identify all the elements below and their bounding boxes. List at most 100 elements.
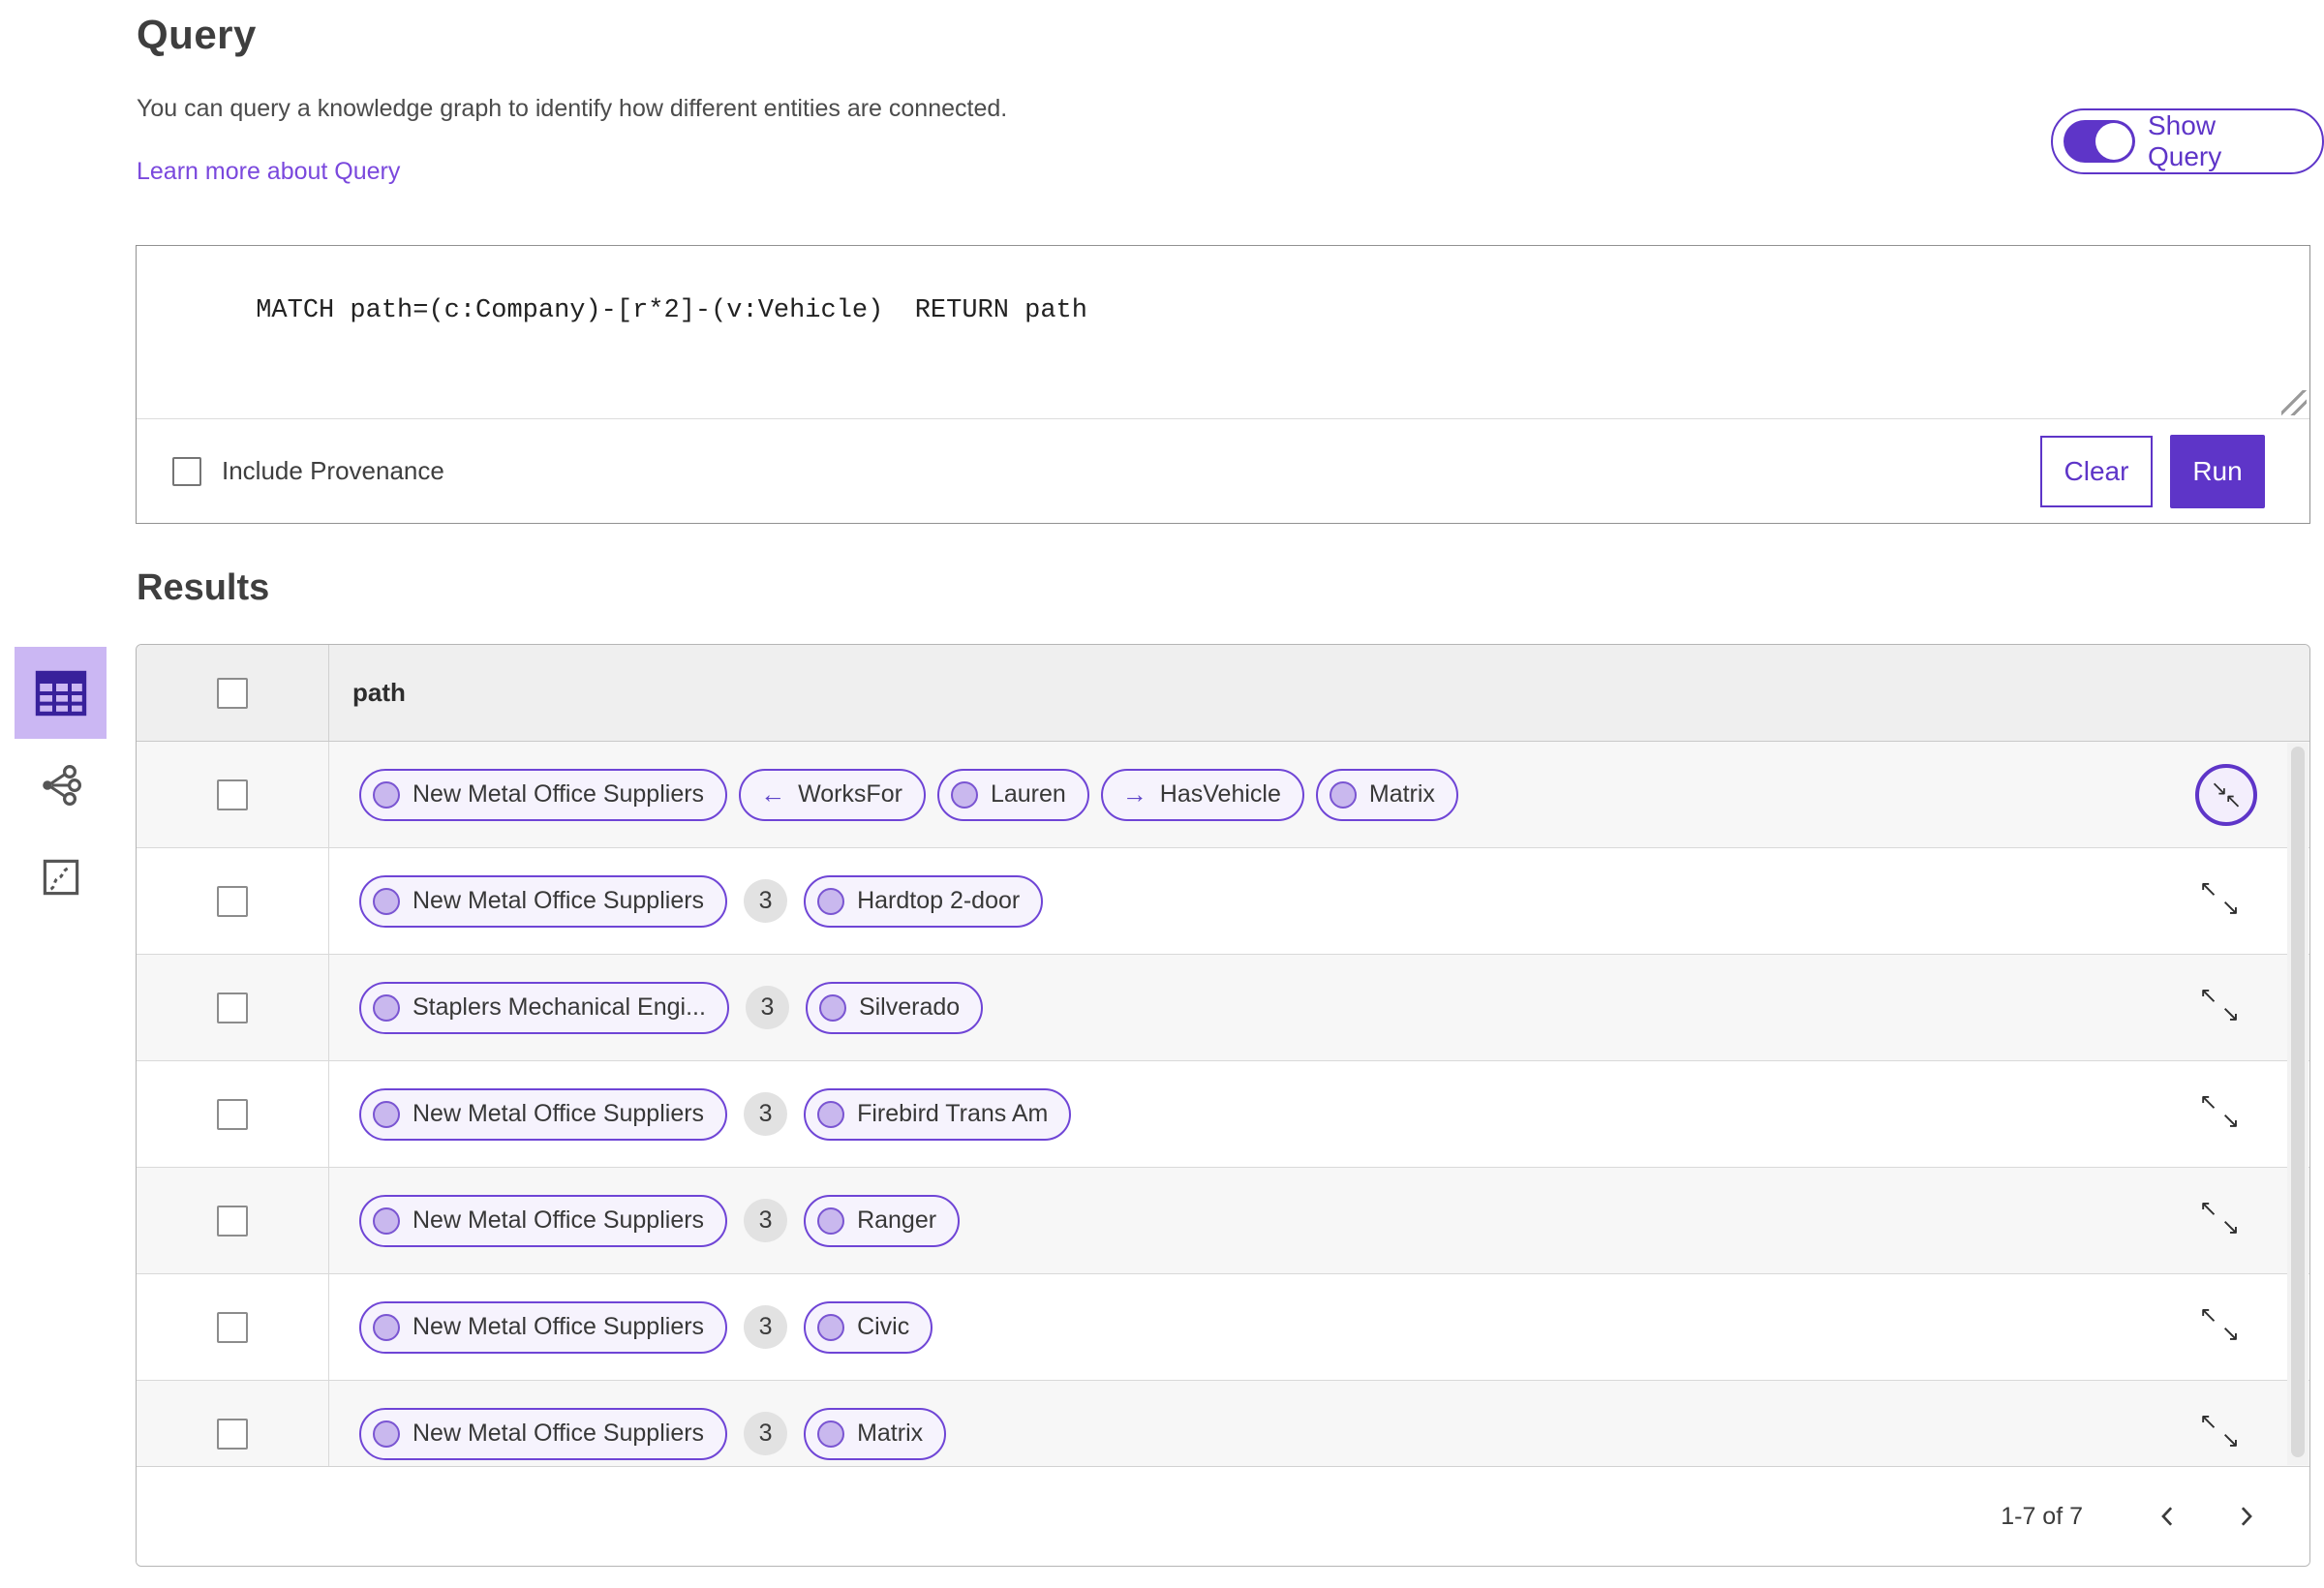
previous-page-button[interactable] — [2147, 1495, 2189, 1538]
node-pill[interactable]: Matrix — [1315, 768, 1458, 821]
node-label: New Metal Office Suppliers — [413, 1206, 705, 1234]
node-label: Matrix — [1368, 780, 1435, 808]
node-pill[interactable]: Ranger — [804, 1194, 961, 1247]
row-checkbox[interactable] — [217, 885, 248, 917]
node-pill[interactable]: New Metal Office Suppliers — [359, 1300, 728, 1354]
row-checkbox[interactable] — [217, 779, 248, 810]
vertical-scrollbar[interactable] — [2287, 743, 2309, 1465]
node-pill[interactable]: Civic — [804, 1300, 933, 1354]
node-circle-icon — [817, 887, 845, 915]
table-footer: 1-7 of 7 — [137, 1466, 2309, 1566]
arrow-outward-icon: ↖ — [2199, 1195, 2218, 1221]
show-query-toggle[interactable]: Show Query — [2051, 108, 2324, 174]
hidden-hops-badge[interactable]: 3 — [744, 1092, 788, 1136]
query-editor-panel: MATCH path=(c:Company)-[r*2]-(v:Vehicle)… — [136, 245, 2310, 524]
include-provenance-checkbox[interactable] — [172, 456, 201, 486]
expand-row-icon[interactable]: ↖ ↘ — [2199, 1303, 2240, 1344]
node-pill[interactable]: New Metal Office Suppliers — [359, 874, 728, 928]
node-pill[interactable]: Staplers Mechanical Engi... — [359, 981, 729, 1034]
row-checkbox[interactable] — [217, 1205, 248, 1237]
query-editor-footer: Include Provenance Clear Run — [137, 418, 2309, 523]
row-checkbox[interactable] — [217, 1098, 248, 1130]
table-body: New Metal Office Suppliers ← WorksFor La… — [137, 742, 2309, 1566]
learn-more-link[interactable]: Learn more about Query — [137, 158, 400, 186]
row-checkbox-cell — [137, 1168, 329, 1273]
expand-row-icon[interactable]: ↖ ↘ — [2199, 1197, 2240, 1237]
clear-button[interactable]: Clear — [2040, 435, 2153, 507]
expand-row-icon[interactable]: ↖ ↘ — [2199, 1090, 2240, 1131]
node-label: New Metal Office Suppliers — [413, 1100, 705, 1127]
node-pill[interactable]: New Metal Office Suppliers — [359, 1087, 728, 1141]
include-provenance-option[interactable]: Include Provenance — [172, 456, 444, 486]
arrow-outward-icon: ↘ — [2220, 1213, 2240, 1239]
node-circle-icon — [817, 1420, 845, 1448]
hidden-hops-badge[interactable]: 3 — [744, 1199, 788, 1242]
tab-map-view[interactable] — [15, 831, 107, 923]
expand-row-icon[interactable]: ↖ ↘ — [2199, 1410, 2240, 1451]
toggle-switch-icon[interactable] — [2064, 120, 2135, 163]
row-checkbox-cell — [137, 955, 329, 1060]
row-checkbox-cell — [137, 742, 329, 847]
arrow-outward-icon: ↖ — [2199, 1301, 2218, 1328]
scrollbar-thumb[interactable] — [2291, 747, 2305, 1457]
query-buttons: Clear Run — [2040, 434, 2265, 508]
node-pill[interactable]: Firebird Trans Am — [804, 1087, 1072, 1141]
edge-label: HasVehicle — [1159, 780, 1281, 808]
node-circle-icon — [373, 1313, 400, 1341]
node-label: New Metal Office Suppliers — [413, 887, 705, 914]
path-cell: New Metal Office Suppliers 3 Civic — [329, 1274, 2309, 1380]
arrow-left-icon: ← — [760, 779, 786, 809]
arrow-outward-icon: ↘ — [2220, 1426, 2240, 1452]
node-label: Lauren — [990, 780, 1066, 808]
toggle-knob — [2095, 123, 2132, 160]
hidden-hops-badge[interactable]: 3 — [744, 1305, 788, 1349]
collapse-row-icon[interactable]: ↘ ↖ — [2195, 763, 2257, 826]
edge-pill[interactable]: → HasVehicle — [1100, 768, 1304, 821]
header-checkbox-cell — [137, 645, 329, 741]
node-pill[interactable]: Silverado — [805, 981, 984, 1034]
page-description: You can query a knowledge graph to ident… — [137, 95, 1008, 122]
show-query-label: Show Query — [2148, 110, 2222, 171]
node-circle-icon — [817, 1100, 845, 1128]
node-circle-icon — [373, 1100, 400, 1128]
arrow-outward-icon: ↖ — [2199, 982, 2218, 1008]
node-pill[interactable]: Hardtop 2-door — [804, 874, 1044, 928]
node-pill[interactable]: New Metal Office Suppliers — [359, 1407, 728, 1460]
node-pill[interactable]: New Metal Office Suppliers — [359, 768, 728, 821]
results-heading: Results — [137, 567, 270, 608]
node-circle-icon — [818, 993, 846, 1022]
tab-table-view[interactable] — [15, 647, 107, 739]
run-button[interactable]: Run — [2170, 434, 2265, 508]
node-circle-icon — [1329, 780, 1357, 809]
expand-row-icon[interactable]: ↖ ↘ — [2199, 984, 2240, 1024]
row-checkbox[interactable] — [217, 1418, 248, 1450]
arrow-outward-icon: ↘ — [2220, 894, 2240, 920]
path-cell: New Metal Office Suppliers 3 Hardtop 2-d… — [329, 848, 2309, 954]
hidden-hops-badge[interactable]: 3 — [744, 1412, 788, 1455]
hidden-hops-badge[interactable]: 3 — [744, 879, 788, 923]
node-pill[interactable]: New Metal Office Suppliers — [359, 1194, 728, 1247]
node-label: New Metal Office Suppliers — [413, 780, 705, 808]
hidden-hops-badge[interactable]: 3 — [745, 986, 789, 1029]
select-all-checkbox[interactable] — [217, 677, 248, 709]
path-cell: New Metal Office Suppliers 3 Firebird Tr… — [329, 1061, 2309, 1167]
path-cell: New Metal Office Suppliers 3 Ranger — [329, 1168, 2309, 1273]
node-pill[interactable]: Matrix — [804, 1407, 947, 1460]
include-provenance-label: Include Provenance — [222, 456, 444, 485]
path-cell: Staplers Mechanical Engi... 3 Silverado — [329, 955, 2309, 1060]
query-textarea[interactable]: MATCH path=(c:Company)-[r*2]-(v:Vehicle)… — [137, 246, 2309, 418]
table-row: New Metal Office Suppliers 3 Civic ↖ ↘ — [137, 1274, 2309, 1381]
node-pill[interactable]: Lauren — [936, 768, 1089, 821]
row-checkbox[interactable] — [217, 992, 248, 1023]
query-page: Query You can query a knowledge graph to… — [0, 0, 2324, 1588]
edge-pill[interactable]: ← WorksFor — [739, 768, 926, 821]
resize-handle-icon[interactable] — [2281, 390, 2307, 415]
row-checkbox[interactable] — [217, 1311, 248, 1343]
pagination-range: 1-7 of 7 — [2001, 1502, 2083, 1530]
node-label: Silverado — [858, 993, 961, 1021]
next-page-button[interactable] — [2224, 1495, 2267, 1538]
table-row: New Metal Office Suppliers 3 Firebird Tr… — [137, 1061, 2309, 1168]
tab-graph-view[interactable] — [15, 739, 107, 831]
node-circle-icon — [373, 780, 400, 809]
expand-row-icon[interactable]: ↖ ↘ — [2199, 877, 2240, 918]
